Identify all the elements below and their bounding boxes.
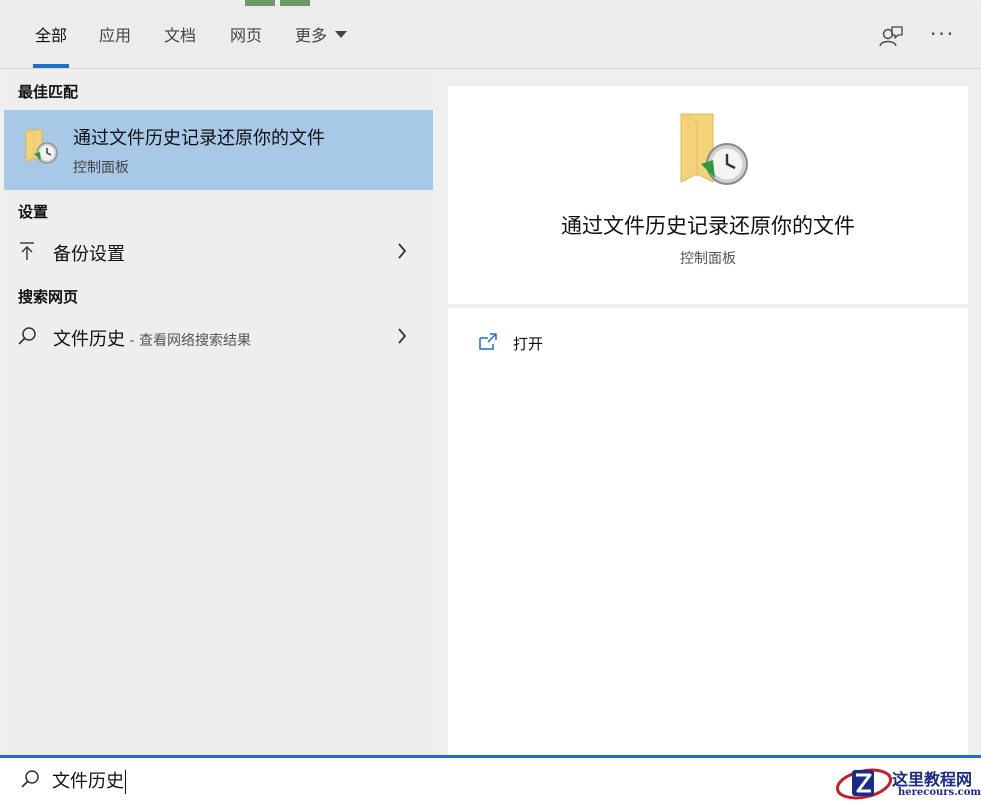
- watermark-logo: 这里教程网 herecours.com: [834, 764, 981, 802]
- watermark-en-text: herecours.com: [898, 787, 981, 798]
- open-action[interactable]: 打开: [478, 330, 678, 358]
- detail-preview-panel: 通过文件历史记录还原你的文件 控制面板: [448, 86, 968, 304]
- file-history-folder-icon: [680, 113, 748, 185]
- feedback-person-icon[interactable]: [878, 24, 904, 50]
- open-external-icon: [479, 333, 497, 350]
- open-action-label: 打开: [513, 335, 544, 353]
- detail-title: 通过文件历史记录还原你的文件: [561, 214, 855, 238]
- search-window: 全部 应用 文档 网页 更多 ··· 最佳匹配 通过文件历史记录还原你的文件 控…: [0, 0, 981, 802]
- search-icon: [21, 770, 39, 788]
- detail-actions-panel: 打开: [448, 308, 968, 755]
- web-search-result-label: 文件历史 - 查看网络搜索结果: [53, 329, 251, 350]
- chevron-down-icon: [335, 31, 348, 38]
- settings-result-backup[interactable]: 备份设置: [4, 232, 433, 272]
- results-panel: 最佳匹配 通过文件历史记录还原你的文件 控制面板 设置 备份设置 搜索网页 文件…: [4, 69, 433, 755]
- tab-documents[interactable]: 文档: [164, 6, 196, 68]
- section-search-web-heading: 搜索网页: [18, 288, 79, 306]
- web-search-result-suffix: - 查看网络搜索结果: [125, 333, 251, 349]
- best-match-title: 通过文件历史记录还原你的文件: [73, 128, 325, 149]
- backup-arrow-icon: [20, 242, 34, 260]
- section-settings-heading: 设置: [18, 203, 49, 221]
- more-options-icon[interactable]: ···: [930, 22, 955, 46]
- tab-more[interactable]: 更多: [295, 6, 348, 68]
- file-history-folder-icon: [25, 129, 58, 164]
- search-box[interactable]: 文件历史 这里教程网 herecours.com: [0, 755, 981, 802]
- search-input[interactable]: 文件历史: [52, 767, 126, 794]
- tab-web[interactable]: 网页: [230, 6, 262, 68]
- chevron-right-icon[interactable]: [394, 326, 410, 346]
- text-cursor: [125, 770, 126, 794]
- search-icon: [18, 327, 36, 345]
- z-logo-icon: [835, 768, 892, 800]
- detail-subtitle: 控制面板: [680, 251, 736, 267]
- section-best-match-heading: 最佳匹配: [18, 83, 79, 101]
- best-match-subtitle: 控制面板: [73, 160, 129, 176]
- filter-tab-bar: 全部 应用 文档 网页 更多 ···: [0, 6, 981, 69]
- tab-apps[interactable]: 应用: [99, 6, 131, 68]
- tab-all[interactable]: 全部: [32, 6, 70, 68]
- settings-result-label: 备份设置: [53, 244, 125, 265]
- best-match-result[interactable]: 通过文件历史记录还原你的文件 控制面板: [4, 110, 433, 190]
- chevron-right-icon[interactable]: [394, 241, 410, 261]
- web-search-result[interactable]: 文件历史 - 查看网络搜索结果: [4, 317, 433, 357]
